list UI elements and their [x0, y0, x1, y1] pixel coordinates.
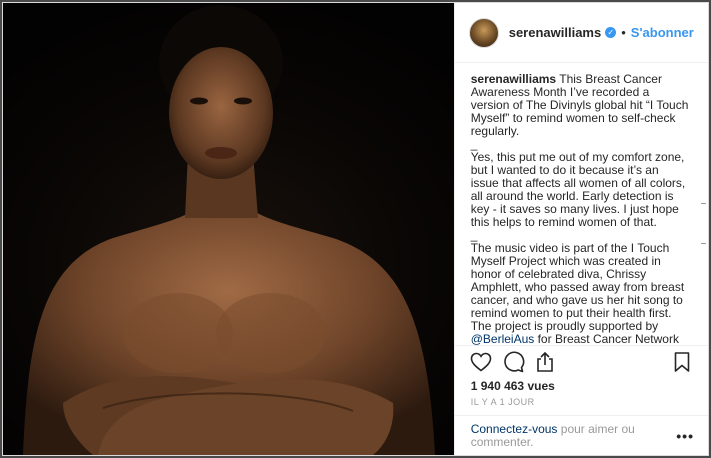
login-link[interactable]: Connectez-vous — [471, 422, 558, 436]
caption-paragraph-1: serenawilliams This Breast Cancer Awaren… — [471, 73, 689, 138]
avatar[interactable] — [468, 17, 499, 48]
video-frame-image — [23, 5, 435, 455]
caption-paragraph-2: Yes, this put me out of my comfort zone,… — [470, 150, 686, 229]
follow-button[interactable]: S'abonner — [631, 25, 694, 40]
heart-icon[interactable] — [469, 350, 493, 374]
verified-badge-icon: ✓ — [605, 27, 617, 38]
post-header: serenawilliams ✓ • S'abonner — [454, 3, 708, 63]
caption: serenawilliams This Breast Cancer Awaren… — [470, 73, 689, 346]
bookmark-icon[interactable] — [670, 350, 694, 374]
comment-bar: Connectez-vous pour aimer ou commenter. … — [454, 415, 708, 455]
caption-scroll-area[interactable]: serenawilliams This Breast Cancer Awaren… — [455, 63, 708, 345]
login-prompt: Connectez-vous pour aimer ou commenter. — [471, 422, 661, 449]
video-player[interactable] — [3, 3, 454, 455]
more-options-icon[interactable]: ••• — [676, 428, 694, 444]
scroll-indicator — [701, 243, 706, 244]
scroll-indicator — [701, 203, 706, 204]
mention-link[interactable]: @BerleiAus — [471, 332, 535, 346]
caption-text-3b: for Breast Cancer Network — [534, 332, 679, 346]
share-icon[interactable] — [533, 350, 557, 374]
post-timestamp[interactable]: IL Y A 1 JOUR — [455, 395, 708, 415]
post-side-panel: serenawilliams ✓ • S'abonner serenawilli… — [453, 3, 708, 455]
caption-text-3a: The music video is part of the I Touch M… — [470, 241, 685, 333]
caption-username[interactable]: serenawilliams — [471, 72, 556, 86]
comment-icon[interactable] — [501, 350, 525, 374]
action-bar — [454, 345, 708, 377]
header-separator: • — [621, 25, 626, 40]
caption-paragraph-3: The music video is part of the I Touch M… — [470, 241, 689, 346]
post-modal: serenawilliams ✓ • S'abonner serenawilli… — [2, 2, 709, 456]
header-username[interactable]: serenawilliams — [509, 25, 602, 40]
view-count[interactable]: 1 940 463 vues — [455, 377, 708, 395]
